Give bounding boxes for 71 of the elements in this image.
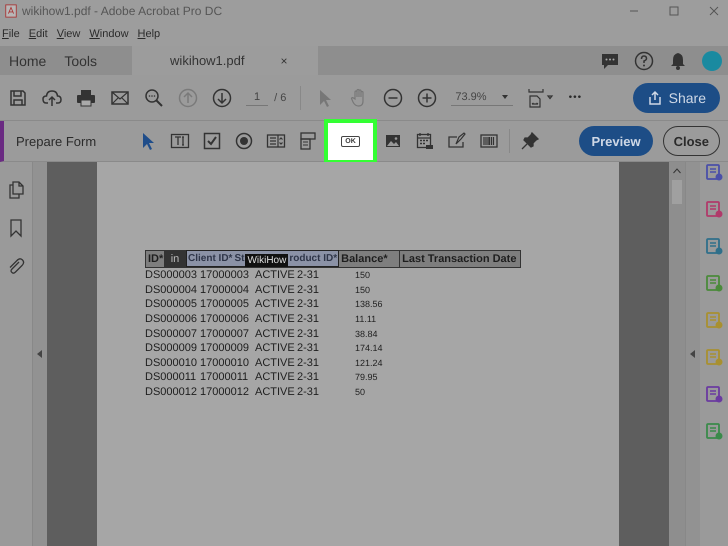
table-cell-text: 150: [355, 284, 370, 297]
page-count: / 6: [274, 92, 286, 104]
tab[interactable]: Tools: [55, 46, 106, 75]
menu-item[interactable]: File: [2, 28, 20, 40]
table-cell-text: ACTIVE: [255, 312, 296, 326]
table-cell-text: 11.11: [355, 313, 376, 326]
table-cell-text: 2-31: [297, 341, 320, 356]
table-cell-text: ACTIVE: [255, 385, 296, 400]
table-cell-text: 2-31: [297, 385, 320, 400]
page-number-field[interactable]: 1: [246, 89, 268, 106]
table-cell-text: DS000003: [145, 268, 198, 282]
column-header: Client ID*: [187, 252, 234, 266]
menu-item[interactable]: Edit: [28, 28, 48, 40]
table-cell-text: 138.56: [355, 298, 383, 312]
table-cell-text: DS000004: [145, 282, 198, 297]
table-cell-text: 50: [355, 386, 366, 400]
table-cell-text: 2-31: [297, 268, 320, 282]
table-cell-text: 79.95: [355, 371, 378, 384]
table-cell-text: 150: [355, 269, 370, 282]
preview-button[interactable]: Preview: [579, 126, 653, 156]
table-cell-text: 17000011: [200, 370, 250, 384]
table-cell-text: 17000006: [200, 312, 250, 326]
table-cell-text: DS000007: [145, 326, 198, 341]
table-cell-text: 17000007: [200, 326, 250, 341]
table-cell-text: ACTIVE: [255, 326, 296, 341]
window-title: wikihow1.pdf - Adobe Acrobat Pro DC: [22, 4, 222, 18]
column-header: Balance*: [339, 251, 400, 267]
table-cell-text: DS000005: [145, 297, 198, 312]
table-cell-text: 17000004: [200, 282, 250, 297]
field-tag: WikiHow: [245, 254, 288, 266]
column-header: Last Transaction Date: [401, 252, 518, 267]
table-cell-text: 17000005: [200, 297, 250, 312]
table-cell-text: DS000012: [145, 385, 198, 400]
table-cell-text: 17000003: [200, 268, 250, 282]
tab[interactable]: wikihow1.pdf ×: [132, 46, 318, 75]
table-cell-text: DS000010: [145, 356, 198, 370]
menu-item[interactable]: Help: [138, 28, 160, 40]
menu-item[interactable]: View: [56, 28, 80, 40]
table-cell-text: 38.84: [355, 328, 378, 341]
field-marker: in: [164, 251, 186, 267]
table-cell-text: 2-31: [297, 312, 320, 326]
column-header: ID*: [147, 252, 164, 267]
table-cell-text: ACTIVE: [255, 268, 296, 282]
table-cell-text: 121.24: [355, 356, 383, 370]
table-cell-text: DS000011: [145, 370, 198, 384]
tab[interactable]: Home: [0, 46, 56, 75]
table-cell-text: 2-31: [297, 297, 320, 312]
table-cell-text: 17000009: [200, 341, 250, 356]
table-cell-text: 174.14: [355, 342, 383, 356]
table-cell-text: 2-31: [297, 356, 320, 370]
table-cell-text: DS000009: [145, 341, 198, 356]
column-header: roduct ID*: [288, 252, 338, 266]
table-cell-text: 2-31: [297, 370, 320, 384]
table-cell-text: ACTIVE: [255, 356, 296, 370]
more-button[interactable]: •••: [568, 92, 582, 103]
share-button[interactable]: Share: [632, 82, 720, 112]
prepare-form-title: Prepare Form: [16, 134, 98, 148]
table-cell-text: 2-31: [297, 282, 320, 297]
column-header: St: [233, 252, 246, 266]
table-cell-text: 17000010: [200, 356, 250, 370]
table-cell-text: DS000006: [145, 312, 198, 326]
form-field[interactable]: Client ID* St WikiHow roduct ID*: [186, 250, 340, 267]
menu-item[interactable]: Window: [89, 28, 129, 40]
table-cell-text: 2-31: [297, 326, 320, 341]
close-button[interactable]: Close: [662, 126, 720, 156]
table-cell-text: ACTIVE: [255, 282, 296, 297]
zoom-dropdown[interactable]: 73.9%: [451, 89, 513, 106]
table-cell-text: ACTIVE: [255, 341, 296, 356]
table-cell-text: ACTIVE: [255, 370, 296, 384]
table-cell-text: 17000012: [200, 385, 250, 400]
table-cell-text: ACTIVE: [255, 297, 296, 312]
